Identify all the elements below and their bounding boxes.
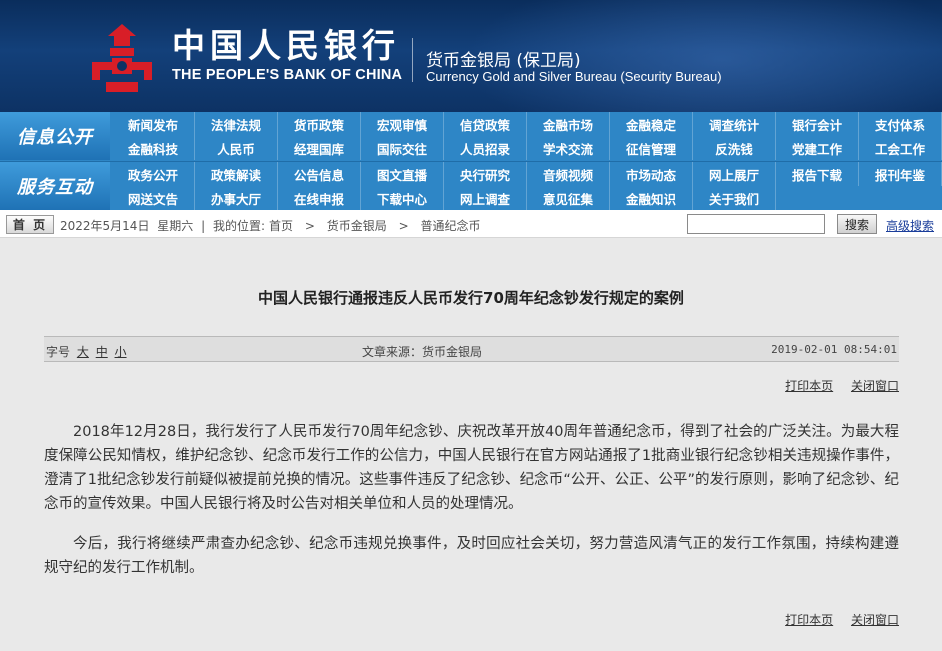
print-page-link[interactable]: 打印本页 <box>785 613 833 627</box>
nav-item[interactable]: 公告信息 <box>278 162 361 186</box>
nav-item[interactable]: 政务公开 <box>112 162 195 186</box>
nav-item[interactable]: 银行会计 <box>776 112 859 136</box>
article-tools-bottom: 打印本页 关闭窗口 <box>771 611 899 628</box>
nav-grid: 新闻发布 法律法规 货币政策 宏观审慎 信贷政策 金融市场 金融稳定 调查统计 … <box>112 112 942 160</box>
search-input[interactable] <box>687 214 825 234</box>
search-button[interactable]: 搜索 <box>837 214 877 234</box>
breadcrumb-home-link[interactable]: 首页 <box>269 219 293 233</box>
nav-item[interactable]: 市场动态 <box>610 162 693 186</box>
nav-item[interactable]: 下载中心 <box>361 186 444 210</box>
breadcrumb-separator: > <box>304 219 315 233</box>
nav-item[interactable]: 反洗钱 <box>693 136 776 160</box>
nav-item[interactable]: 金融稳定 <box>610 112 693 136</box>
nav-item[interactable]: 金融市场 <box>527 112 610 136</box>
separator: | <box>201 219 206 233</box>
main-nav: 信息公开 新闻发布 法律法规 货币政策 宏观审慎 信贷政策 金融市场 金融稳定 … <box>0 112 942 210</box>
site-header: 中国人民银行 THE PEOPLE'S BANK OF CHINA 货币金银局 … <box>0 0 942 112</box>
nav-section-label: 服务互动 <box>0 162 110 210</box>
current-weekday: 星期六 <box>157 219 194 233</box>
article-title: 中国人民银行通报违反人民币发行70周年纪念钞发行规定的案例 <box>258 289 684 307</box>
home-button[interactable]: 首 页 <box>6 215 54 234</box>
nav-item[interactable]: 关于我们 <box>693 186 776 210</box>
nav-item[interactable]: 金融科技 <box>112 136 195 160</box>
print-page-link[interactable]: 打印本页 <box>785 379 833 393</box>
nav-item[interactable]: 办事大厅 <box>195 186 278 210</box>
nav-item[interactable]: 图文直播 <box>361 162 444 186</box>
nav-section-service: 服务互动 政务公开 政策解读 公告信息 图文直播 央行研究 音频视频 市场动态 … <box>0 161 942 210</box>
bank-name-en: THE PEOPLE'S BANK OF CHINA <box>172 67 403 83</box>
nav-item[interactable]: 音频视频 <box>527 162 610 186</box>
close-window-link[interactable]: 关闭窗口 <box>851 379 899 393</box>
nav-section-label: 信息公开 <box>0 112 110 160</box>
nav-item[interactable]: 意见征集 <box>527 186 610 210</box>
nav-item[interactable]: 网上调查 <box>444 186 527 210</box>
article-meta-bar: 字号 大 中 小 文章来源：货币金银局 2019-02-01 08:54:01 <box>44 336 899 362</box>
nav-item[interactable]: 报刊年鉴 <box>859 162 942 186</box>
publish-date: 2019-02-01 08:54:01 <box>771 343 897 356</box>
nav-item[interactable]: 国际交往 <box>361 136 444 160</box>
breadcrumb-bar: 首 页 2022年5月14日 星期六 | 我的位置: 首页 > 货币金银局 > 普… <box>0 210 942 238</box>
nav-item[interactable]: 党建工作 <box>776 136 859 160</box>
nav-item[interactable]: 金融知识 <box>610 186 693 210</box>
position-label: 我的位置: <box>213 219 266 233</box>
nav-item[interactable]: 工会工作 <box>859 136 942 160</box>
article-source: 文章来源：货币金银局 <box>362 345 483 359</box>
breadcrumb-coin-link[interactable]: 普通纪念币 <box>421 219 481 233</box>
article-paragraph: 今后，我行将继续严肃查办纪念钞、纪念币违规兑换事件，及时回应社会关切，努力营造风… <box>44 536 899 576</box>
bureau-name-en: Currency Gold and Silver Bureau (Securit… <box>426 69 722 84</box>
nav-item[interactable]: 人员招录 <box>444 136 527 160</box>
bureau-name-cn: 货币金银局 (保卫局) <box>426 51 581 71</box>
nav-item[interactable]: 人民币 <box>195 136 278 160</box>
nav-item[interactable]: 征信管理 <box>610 136 693 160</box>
font-size-large-link[interactable]: 大 <box>77 345 89 359</box>
nav-item[interactable]: 调查统计 <box>693 112 776 136</box>
font-size-small-link[interactable]: 小 <box>115 345 127 359</box>
pboc-emblem-icon[interactable] <box>86 22 158 94</box>
bank-name-cn: 中国人民银行 <box>172 26 400 65</box>
nav-item[interactable]: 新闻发布 <box>112 112 195 136</box>
nav-item[interactable]: 支付体系 <box>859 112 942 136</box>
nav-item[interactable]: 在线申报 <box>278 186 361 210</box>
nav-item[interactable]: 货币政策 <box>278 112 361 136</box>
breadcrumb-bureau-link[interactable]: 货币金银局 <box>327 219 387 233</box>
nav-item[interactable]: 政策解读 <box>195 162 278 186</box>
nav-item[interactable]: 经理国库 <box>278 136 361 160</box>
nav-item[interactable]: 学术交流 <box>527 136 610 160</box>
nav-grid: 政务公开 政策解读 公告信息 图文直播 央行研究 音频视频 市场动态 网上展厅 … <box>112 162 942 210</box>
article-paragraph: 2018年12月28日，我行发行了人民币发行70周年纪念钞、庆祝改革开放40周年… <box>44 424 899 512</box>
breadcrumb: 2022年5月14日 星期六 | 我的位置: 首页 > 货币金银局 > 普通纪念币 <box>60 217 481 234</box>
advanced-search-link[interactable]: 高级搜索 <box>886 217 934 234</box>
nav-item[interactable]: 宏观审慎 <box>361 112 444 136</box>
nav-item[interactable]: 央行研究 <box>444 162 527 186</box>
nav-item[interactable]: 网送文告 <box>112 186 195 210</box>
font-size-control: 字号 大 中 小 <box>46 343 127 360</box>
nav-item[interactable]: 信贷政策 <box>444 112 527 136</box>
article-body: 2018年12月28日，我行发行了人民币发行70周年纪念钞、庆祝改革开放40周年… <box>44 420 899 596</box>
article-tools-top: 打印本页 关闭窗口 <box>771 377 899 394</box>
close-window-link[interactable]: 关闭窗口 <box>851 613 899 627</box>
nav-item[interactable]: 网上展厅 <box>693 162 776 186</box>
nav-section-info: 信息公开 新闻发布 法律法规 货币政策 宏观审慎 信贷政策 金融市场 金融稳定 … <box>0 112 942 161</box>
nav-item[interactable]: 法律法规 <box>195 112 278 136</box>
font-size-label: 字号 <box>46 345 71 359</box>
breadcrumb-separator: > <box>398 219 409 233</box>
header-divider <box>412 38 413 82</box>
nav-item[interactable]: 报告下载 <box>776 162 859 186</box>
current-date: 2022年5月14日 <box>60 219 150 233</box>
font-size-medium-link[interactable]: 中 <box>96 345 108 359</box>
